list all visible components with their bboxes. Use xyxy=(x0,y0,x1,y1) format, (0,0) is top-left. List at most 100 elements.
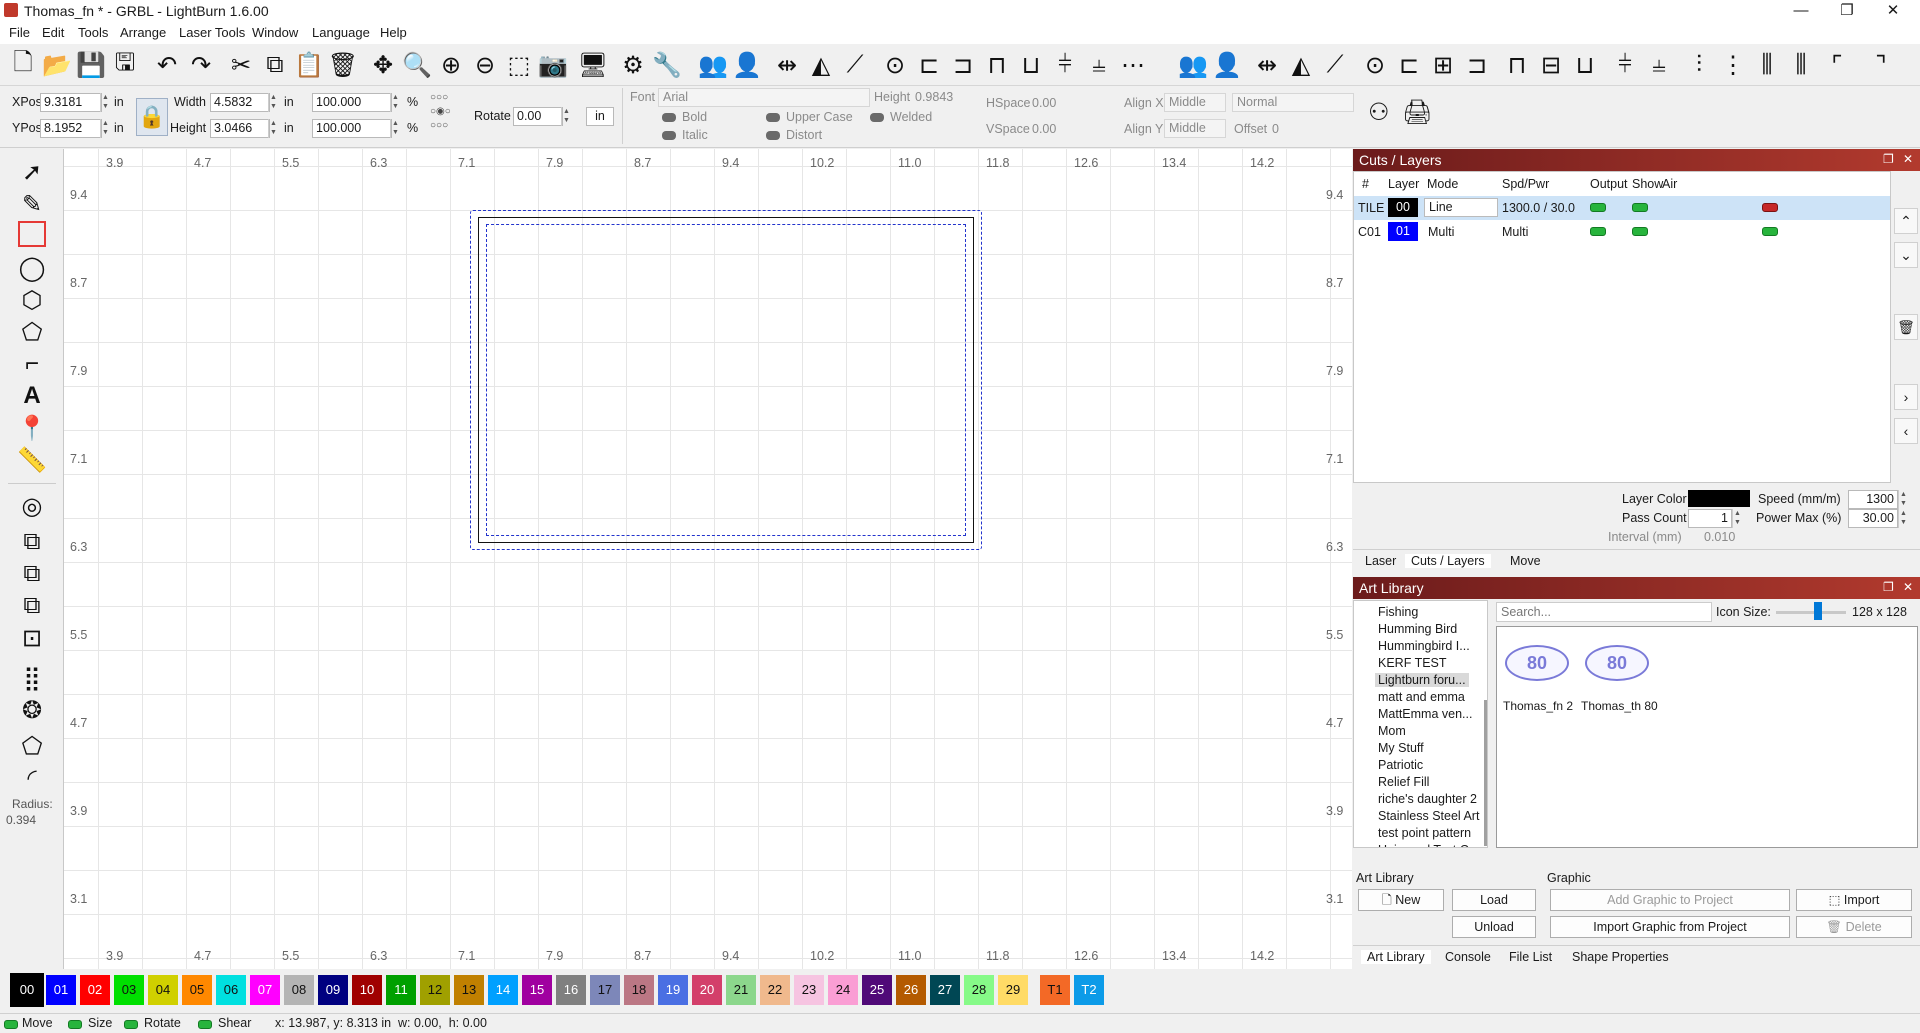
align-left-icon[interactable]: ⊏ xyxy=(914,50,944,80)
width-percent-stepper[interactable]: ▲ ▼ xyxy=(390,93,400,112)
layer-row[interactable]: TILE 00 Line 1300.0 / 30.0 xyxy=(1354,196,1890,220)
palette-swatch[interactable]: 03 xyxy=(114,975,144,1005)
radius-value[interactable]: 0.394 xyxy=(6,813,36,827)
maximize-button[interactable]: ❐ xyxy=(1824,0,1870,22)
paste-icon[interactable]: 📋 xyxy=(294,50,324,80)
menu-file[interactable]: File xyxy=(9,25,30,40)
rotate-input[interactable]: 0.00 xyxy=(513,107,563,126)
flip-horizontal-icon[interactable]: ⇹ xyxy=(772,50,802,80)
select-icon[interactable]: ➚ xyxy=(16,157,48,187)
palette-swatch[interactable]: 04 xyxy=(148,975,178,1005)
move-up-icon[interactable]: ⌃ xyxy=(1894,208,1918,234)
ypos-stepper[interactable]: ▲ ▼ xyxy=(100,119,110,138)
align-top-2-icon[interactable]: ⊓ xyxy=(1502,50,1532,80)
edit-nodes-icon[interactable]: ⬠ xyxy=(16,317,48,347)
palette-swatch[interactable]: 08 xyxy=(284,975,314,1005)
art-library-item[interactable]: Patriotic xyxy=(1378,758,1423,772)
align-right-icon[interactable]: ⊐ xyxy=(948,50,978,80)
tab-console[interactable]: Console xyxy=(1445,950,1491,964)
palette-swatch[interactable]: 22 xyxy=(760,975,790,1005)
align-hcenter-icon[interactable]: ⫨ xyxy=(1084,50,1114,80)
ellipse-icon[interactable]: ◯ xyxy=(16,253,48,283)
zoom-out-icon[interactable]: ⊖ xyxy=(470,50,500,80)
zoom-in-icon[interactable]: ⊕ xyxy=(436,50,466,80)
palette-swatch[interactable]: T1 xyxy=(1040,975,1070,1005)
align-x-select[interactable]: Middle xyxy=(1164,93,1226,112)
distort-toggle[interactable] xyxy=(766,131,780,140)
polygon-icon[interactable]: ⬡ xyxy=(16,285,48,315)
palette-swatch[interactable]: 07 xyxy=(250,975,280,1005)
corner-tr-icon[interactable]: ⌝ xyxy=(1866,50,1896,80)
rectangle-icon[interactable] xyxy=(18,221,46,247)
text-icon[interactable]: A xyxy=(16,381,48,411)
art-library-item[interactable]: Stainless Steel Art xyxy=(1378,809,1479,823)
flip-2-icon[interactable]: ⇹ xyxy=(1252,50,1282,80)
save-as-icon[interactable]: 🖫 xyxy=(110,49,140,80)
space-eq-2-icon[interactable]: ⫼ xyxy=(1786,50,1816,80)
new-library-button[interactable]: 🗋 New xyxy=(1358,889,1444,911)
ypos-input[interactable]: 8.1952 xyxy=(40,119,102,138)
line-icon[interactable]: ⌐ xyxy=(16,349,48,379)
tab-cuts-layers[interactable]: Cuts / Layers xyxy=(1405,554,1491,568)
palette-swatch[interactable]: 11 xyxy=(386,975,416,1005)
align-left-2-icon[interactable]: ⊏ xyxy=(1394,50,1424,80)
width-input[interactable]: 4.5832 xyxy=(210,93,270,112)
palette-swatch[interactable]: 01 xyxy=(46,975,76,1005)
palette-swatch[interactable]: 05 xyxy=(182,975,212,1005)
move-icon[interactable]: ✥ xyxy=(368,50,398,80)
upper-case-toggle[interactable] xyxy=(766,113,780,122)
close-panel-icon[interactable]: ✕ xyxy=(1903,580,1913,594)
boolean-union-icon[interactable]: ⧉ xyxy=(16,527,48,557)
palette-swatch[interactable]: 24 xyxy=(828,975,858,1005)
menu-edit[interactable]: Edit xyxy=(42,25,64,40)
anchor-selector[interactable]: ○○○ ○◉○ ○○○ xyxy=(430,91,470,147)
tab-laser[interactable]: Laser xyxy=(1365,554,1396,568)
palette-swatch[interactable]: 02 xyxy=(80,975,110,1005)
rotate-stepper[interactable]: ▲ ▼ xyxy=(561,107,571,126)
size-toggle[interactable] xyxy=(68,1020,82,1029)
save-icon[interactable]: 💾 xyxy=(76,50,106,80)
align-center-2-icon[interactable]: ⊞ xyxy=(1428,50,1458,80)
collapse-icon[interactable]: ‹ xyxy=(1894,418,1918,444)
palette-swatch[interactable]: 19 xyxy=(658,975,688,1005)
space-h-icon[interactable]: ⫶ xyxy=(1684,50,1714,80)
align-middle-2-icon[interactable]: ⊟ xyxy=(1536,50,1566,80)
text-mode-select[interactable]: Normal xyxy=(1232,93,1354,112)
palette-swatch[interactable]: 26 xyxy=(896,975,926,1005)
palette-swatch[interactable]: 17 xyxy=(590,975,620,1005)
icon-size-slider[interactable] xyxy=(1776,611,1846,614)
menu-window[interactable]: Window xyxy=(252,25,298,40)
height-stepper[interactable]: ▲ ▼ xyxy=(268,119,278,138)
move-toggle[interactable] xyxy=(4,1020,18,1029)
measure-icon[interactable]: 📏 xyxy=(16,445,48,475)
float-icon[interactable]: ❐ xyxy=(1883,152,1894,166)
palette-swatch[interactable]: T2 xyxy=(1074,975,1104,1005)
align-bottom-2-icon[interactable]: ⊔ xyxy=(1570,50,1600,80)
mirror-2-icon[interactable]: ◭ xyxy=(1286,50,1316,80)
width-percent-input[interactable]: 100.000 xyxy=(312,93,392,112)
tab-move[interactable]: Move xyxy=(1510,554,1541,568)
unit-toggle-button[interactable]: in xyxy=(586,107,614,126)
output-toggle[interactable] xyxy=(1590,227,1606,236)
art-library-item[interactable]: matt and emma xyxy=(1378,690,1465,704)
corner-icon[interactable]: ⬠ xyxy=(16,731,48,761)
font-select[interactable]: Arial xyxy=(658,88,870,107)
speed-input[interactable]: 1300 xyxy=(1848,490,1898,509)
art-library-item[interactable]: KERF TEST xyxy=(1378,656,1447,670)
list-scrollbar[interactable] xyxy=(1484,700,1487,846)
load-button[interactable]: Load xyxy=(1452,889,1536,911)
delete-layer-icon[interactable]: 🗑 xyxy=(1894,314,1918,340)
close-button[interactable]: ✕ xyxy=(1870,0,1916,22)
fillet-icon[interactable]: ◜ xyxy=(16,763,48,793)
offset-icon[interactable]: ◎ xyxy=(16,491,48,521)
redo-icon[interactable]: ↷ xyxy=(186,50,216,80)
add-graphic-button[interactable]: Add Graphic to Project xyxy=(1550,889,1790,911)
layer-color-swatch[interactable] xyxy=(1688,490,1750,507)
pen-icon[interactable]: ✎ xyxy=(16,189,48,219)
space-v-icon[interactable]: ⋮ xyxy=(1718,50,1748,80)
palette-swatch[interactable]: 06 xyxy=(216,975,246,1005)
copy-icon[interactable]: ⧉ xyxy=(260,50,290,80)
laser-connect-icon[interactable]: ⚇ xyxy=(1368,98,1398,128)
palette-swatch[interactable]: 20 xyxy=(692,975,722,1005)
italic-toggle[interactable] xyxy=(662,131,676,140)
